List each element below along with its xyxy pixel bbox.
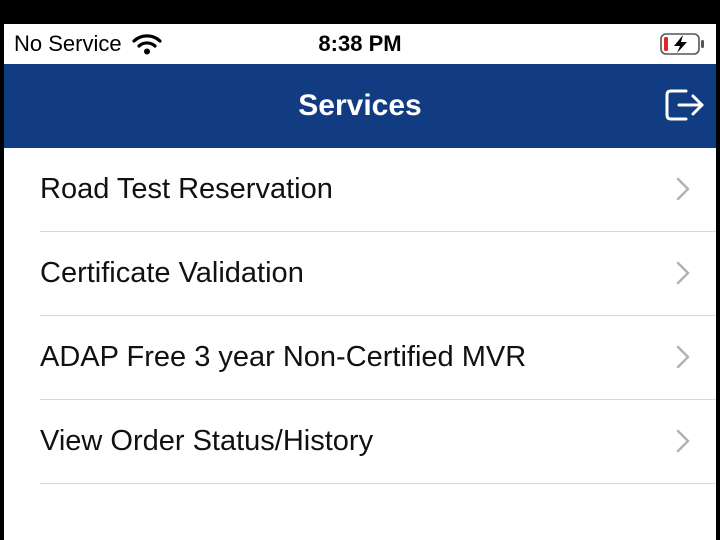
list-item-road-test-reservation[interactable]: Road Test Reservation [40, 148, 716, 232]
logout-icon [664, 87, 706, 128]
logout-button[interactable] [664, 86, 706, 128]
battery-charging-icon [660, 33, 706, 60]
list-item-adap-mvr[interactable]: ADAP Free 3 year Non-Certified MVR [40, 316, 716, 400]
chevron-right-icon [676, 177, 690, 206]
clock: 8:38 PM [318, 31, 402, 56]
page-title: Services [298, 89, 422, 122]
list-item-label: Certificate Validation [40, 257, 304, 289]
services-list: Road Test Reservation Certificate Valida… [4, 148, 716, 484]
list-item-order-status-history[interactable]: View Order Status/History [40, 400, 716, 484]
app-screen: No Service 8:38 PM Services Road Test Re… [4, 24, 716, 540]
list-item-label: ADAP Free 3 year Non-Certified MVR [40, 341, 527, 373]
status-bar: No Service 8:38 PM [4, 24, 716, 64]
list-item-label: View Order Status/History [40, 425, 374, 457]
chevron-right-icon [676, 429, 690, 458]
chevron-right-icon [676, 345, 690, 374]
nav-bar: Services [4, 64, 716, 148]
list-item-certificate-validation[interactable]: Certificate Validation [40, 232, 716, 316]
chevron-right-icon [676, 261, 690, 290]
list-item-label: Road Test Reservation [40, 173, 333, 205]
